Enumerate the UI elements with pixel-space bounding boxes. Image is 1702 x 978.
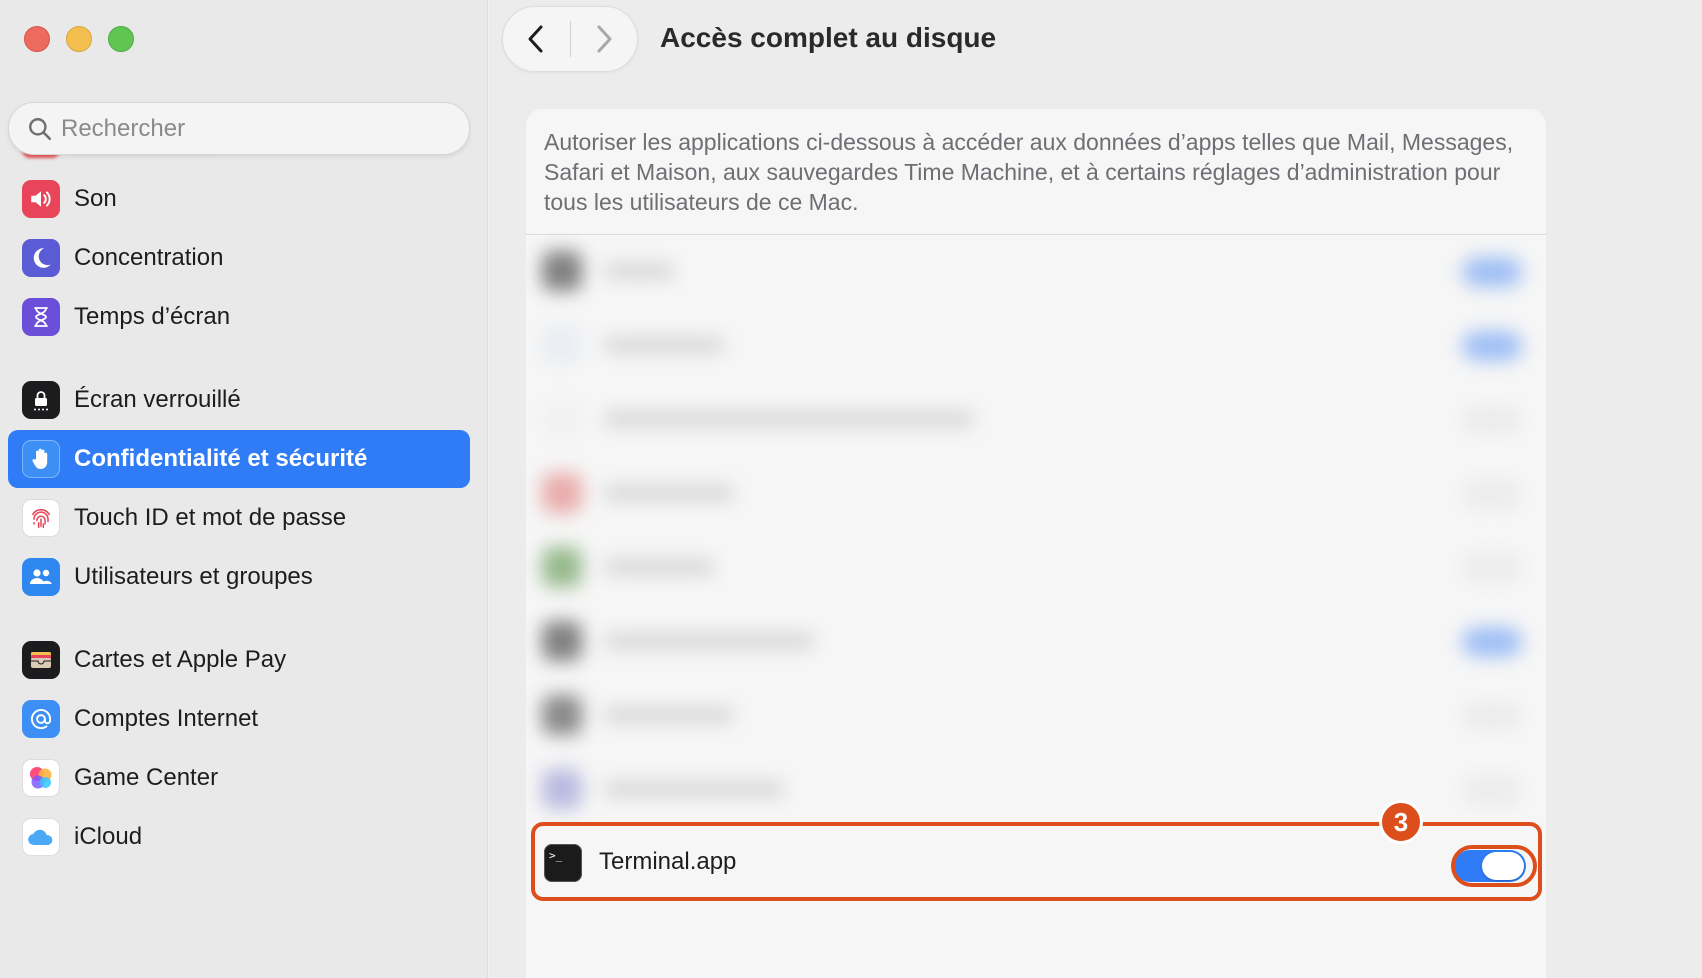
sidebar-item-ecran-verrouille[interactable]: Écran verrouillé (8, 371, 470, 429)
list-item (542, 605, 1532, 677)
history-navigation (502, 6, 638, 72)
sidebar-item-label: Utilisateurs et groupes (74, 563, 313, 590)
annotation-step-badge: 3 (1379, 800, 1423, 844)
search-field[interactable] (8, 102, 470, 155)
game-center-icon (22, 759, 60, 797)
page-title: Accès complet au disque (660, 22, 997, 53)
main-panel: Accès complet au disque Autoriser les ap… (489, 0, 1702, 978)
sidebar-item-comptes-internet[interactable]: Comptes Internet (8, 690, 470, 748)
minimize-window-button[interactable] (66, 26, 92, 52)
terminal-icon: >_ (544, 844, 582, 882)
sidebar-item-label: Touch ID et mot de passe (74, 504, 347, 531)
sidebar: Son Concentration Temps d’écran Écran ve… (0, 0, 488, 978)
app-name: Terminal.app (599, 848, 737, 875)
cloud-icon (22, 818, 60, 856)
lock-icon (22, 381, 60, 419)
sidebar-item-game-center[interactable]: Game Center (8, 749, 470, 807)
sidebar-item-label: Cartes et Apple Pay (74, 646, 287, 673)
sidebar-item-label: Temps d’écran (74, 303, 231, 330)
list-item (542, 531, 1532, 603)
sidebar-item-label: Son (74, 185, 117, 212)
list-item (542, 679, 1532, 751)
sidebar-item-icloud[interactable]: iCloud (8, 808, 470, 866)
sidebar-item-label: Game Center (74, 764, 219, 791)
sidebar-item-son[interactable]: Son (8, 170, 470, 228)
speaker-icon (22, 180, 60, 218)
search-icon (29, 117, 52, 140)
hourglass-icon (22, 298, 60, 336)
terminal-access-toggle[interactable] (1454, 850, 1526, 882)
list-item (542, 383, 1532, 455)
users-icon (22, 558, 60, 596)
sidebar-item-label: Écran verrouillé (74, 386, 241, 413)
wallet-icon (22, 641, 60, 679)
hand-icon (22, 440, 60, 478)
permission-description: Autoriser les applications ci-dessous à … (544, 129, 1514, 215)
sidebar-item-utilisateurs-groupes[interactable]: Utilisateurs et groupes (8, 548, 470, 606)
list-item (542, 309, 1532, 381)
chevron-left-icon (528, 25, 543, 53)
list-item (542, 457, 1532, 529)
sidebar-item-touch-id[interactable]: Touch ID et mot de passe (8, 489, 470, 547)
chevron-right-icon (597, 25, 612, 53)
list-item (542, 235, 1532, 307)
search-input[interactable] (61, 114, 461, 143)
zoom-window-button[interactable] (108, 26, 134, 52)
sidebar-item-label: Confidentialité et sécurité (74, 445, 368, 472)
moon-icon (22, 239, 60, 277)
fingerprint-icon (22, 499, 60, 537)
sidebar-item-cartes-apple-pay[interactable]: Cartes et Apple Pay (8, 631, 470, 689)
window-controls (24, 26, 134, 52)
at-icon (22, 700, 60, 738)
sidebar-item-label: Concentration (74, 244, 224, 271)
back-button[interactable] (503, 7, 570, 71)
close-window-button[interactable] (24, 26, 50, 52)
toggle-knob (1482, 852, 1524, 880)
blurred-app-list (526, 235, 1546, 825)
forward-button[interactable] (571, 7, 638, 71)
sidebar-item-temps-ecran[interactable]: Temps d’écran (8, 288, 470, 346)
sidebar-item-confidentialite-securite[interactable]: Confidentialité et sécurité (8, 430, 470, 488)
sidebar-item-label: Comptes Internet (74, 705, 259, 732)
sidebar-item-label: iCloud (74, 823, 143, 850)
sidebar-item-concentration[interactable]: Concentration (8, 229, 470, 287)
